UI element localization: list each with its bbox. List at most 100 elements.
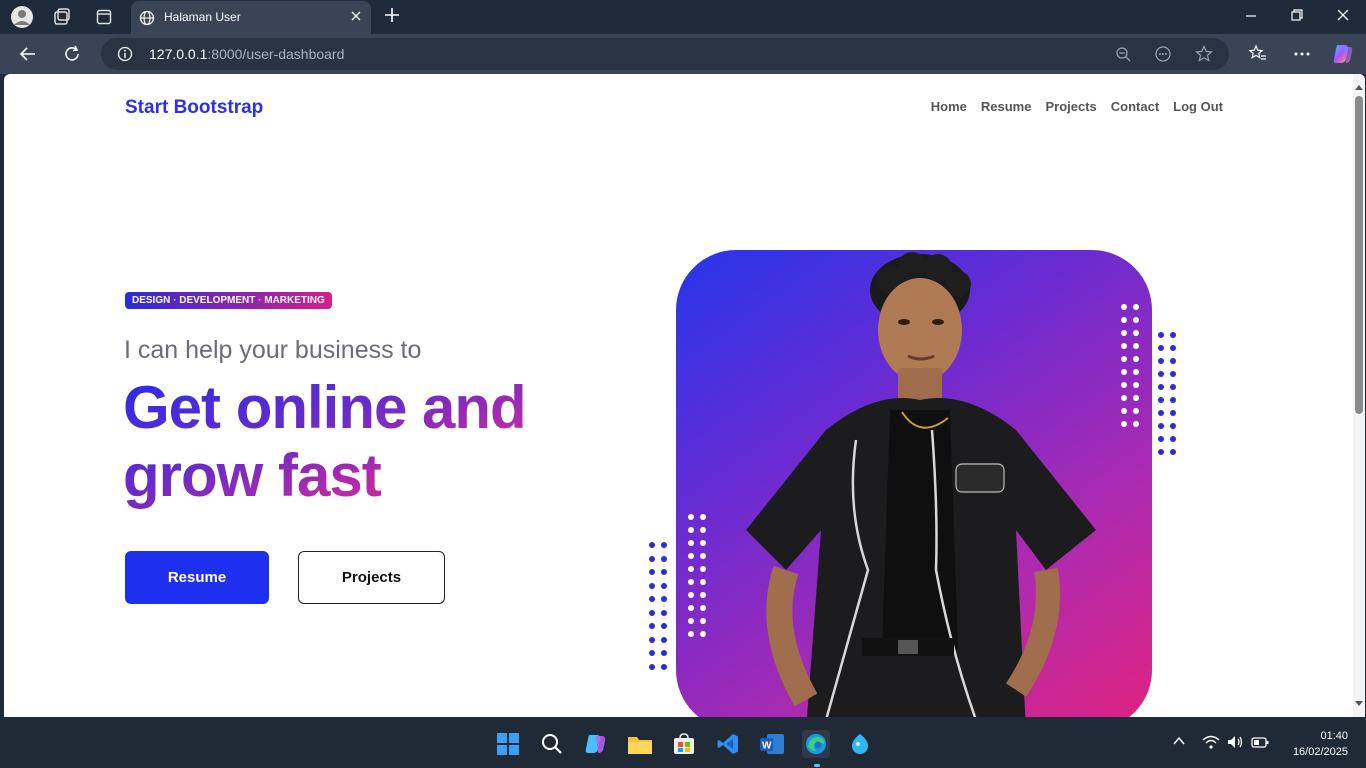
decor-dot xyxy=(1170,423,1176,429)
word-icon[interactable]: W xyxy=(758,730,786,758)
decor-dot xyxy=(649,569,655,575)
copilot-taskbar-icon[interactable] xyxy=(582,730,610,758)
decor-dot xyxy=(1158,345,1164,351)
page-viewport: Start Bootstrap Home Resume Projects Con… xyxy=(4,74,1365,717)
system-clock[interactable]: 01:40 16/02/2025 xyxy=(1293,728,1348,760)
globe-icon xyxy=(139,10,155,31)
minimize-icon[interactable] xyxy=(1244,8,1258,27)
decor-dot xyxy=(661,555,667,562)
clock-time: 01:40 xyxy=(1320,730,1348,742)
decor-dot xyxy=(661,609,667,616)
nav-resume[interactable]: Resume xyxy=(981,99,1032,114)
decor-dot xyxy=(1158,332,1164,338)
vscode-icon[interactable] xyxy=(714,730,742,758)
info-icon[interactable] xyxy=(117,46,133,67)
store-icon[interactable] xyxy=(670,730,698,758)
browser-titlebar: Halaman User xyxy=(0,0,1366,34)
decor-dot xyxy=(649,596,655,602)
scroll-down-icon[interactable] xyxy=(1355,695,1363,713)
decor-dot xyxy=(661,636,667,643)
zoom-out-icon[interactable] xyxy=(1115,46,1131,67)
dot-pattern-left xyxy=(649,542,667,670)
services-badge: DESIGN · DEVELOPMENT · MARKETING xyxy=(125,292,332,309)
copilot-icon[interactable] xyxy=(1331,42,1355,66)
site-brand[interactable]: Start Bootstrap xyxy=(125,97,263,119)
close-tab-icon[interactable] xyxy=(349,9,363,28)
close-window-icon[interactable] xyxy=(1336,8,1350,27)
nav-projects[interactable]: Projects xyxy=(1045,99,1096,114)
volume-icon[interactable] xyxy=(1226,734,1244,755)
clock-date: 16/02/2025 xyxy=(1292,746,1348,758)
url-text: 127.0.0.1:8000/user-dashboard xyxy=(149,46,345,62)
nav-home[interactable]: Home xyxy=(931,99,967,114)
decor-dot xyxy=(649,582,655,589)
decor-dot xyxy=(1170,397,1176,403)
decor-dot xyxy=(649,650,655,656)
decor-dot xyxy=(1170,410,1176,416)
restore-icon[interactable] xyxy=(1290,8,1304,27)
decor-dot xyxy=(649,542,655,548)
decor-dot xyxy=(661,542,667,548)
portrait-photo xyxy=(746,252,1096,717)
decor-dot xyxy=(649,663,655,670)
address-bar[interactable]: 127.0.0.1:8000/user-dashboard xyxy=(101,38,1229,70)
favorites-icon[interactable] xyxy=(1246,42,1270,66)
more-tools-icon[interactable] xyxy=(1155,46,1171,67)
decor-dot xyxy=(661,663,667,670)
active-tab[interactable]: Halaman User xyxy=(131,1,371,34)
wifi-icon[interactable] xyxy=(1202,734,1220,755)
tab-actions-icon[interactable] xyxy=(92,5,116,29)
tab-title: Halaman User xyxy=(164,10,241,24)
refresh-icon[interactable] xyxy=(60,42,84,66)
edge-icon[interactable] xyxy=(802,730,830,758)
decor-dot xyxy=(661,569,667,575)
start-icon[interactable] xyxy=(494,730,522,758)
decor-dot xyxy=(1170,449,1176,455)
chevron-up-icon[interactable] xyxy=(1172,734,1186,753)
projects-button[interactable]: Projects xyxy=(298,551,445,604)
headline-line-2: grow fast xyxy=(123,442,381,509)
favorite-star-icon[interactable] xyxy=(1195,45,1213,68)
decor-dot xyxy=(1170,371,1176,377)
headline-line-1: Get online and xyxy=(123,374,526,441)
decor-dot xyxy=(1158,371,1164,377)
decor-dot xyxy=(1158,410,1164,416)
site-nav: Home Resume Projects Contact Log Out xyxy=(931,99,1223,114)
decor-dot xyxy=(1170,436,1176,442)
svg-text:W: W xyxy=(762,741,772,752)
os-taskbar: W 01:40 16/02/2025 xyxy=(0,720,1366,768)
decor-dot xyxy=(1158,397,1164,403)
decor-dot xyxy=(649,555,655,562)
decor-dot xyxy=(649,636,655,643)
page-scrollbar[interactable] xyxy=(1353,74,1365,717)
decor-dot xyxy=(1158,358,1164,364)
decor-dot xyxy=(1158,423,1164,429)
settings-more-icon[interactable] xyxy=(1290,42,1314,66)
search-icon[interactable] xyxy=(538,730,566,758)
decor-dot xyxy=(1170,345,1176,351)
decor-dot xyxy=(1170,384,1176,390)
decor-dot xyxy=(1170,358,1176,364)
decor-dot xyxy=(1158,384,1164,390)
active-app-indicator xyxy=(814,764,820,767)
workspaces-icon[interactable] xyxy=(50,5,74,29)
scroll-up-icon[interactable] xyxy=(1355,78,1363,96)
decor-dot xyxy=(1158,449,1164,455)
resume-button[interactable]: Resume xyxy=(125,551,269,604)
back-icon[interactable] xyxy=(16,42,40,66)
decor-dot xyxy=(661,596,667,602)
file-explorer-icon[interactable] xyxy=(626,730,654,758)
decor-dot xyxy=(1170,332,1176,338)
decor-dot xyxy=(649,623,655,629)
app-drop-icon[interactable] xyxy=(846,730,874,758)
decor-dot xyxy=(661,582,667,589)
new-tab-icon[interactable] xyxy=(382,5,402,30)
hero-lead: I can help your business to xyxy=(124,336,422,364)
nav-logout[interactable]: Log Out xyxy=(1173,99,1223,114)
browser-toolbar: 127.0.0.1:8000/user-dashboard xyxy=(0,34,1366,74)
battery-icon[interactable] xyxy=(1251,734,1269,755)
profile-icon[interactable] xyxy=(10,5,34,29)
scrollbar-thumb[interactable] xyxy=(1355,96,1363,414)
nav-contact[interactable]: Contact xyxy=(1111,99,1159,114)
decor-dot xyxy=(661,623,667,629)
